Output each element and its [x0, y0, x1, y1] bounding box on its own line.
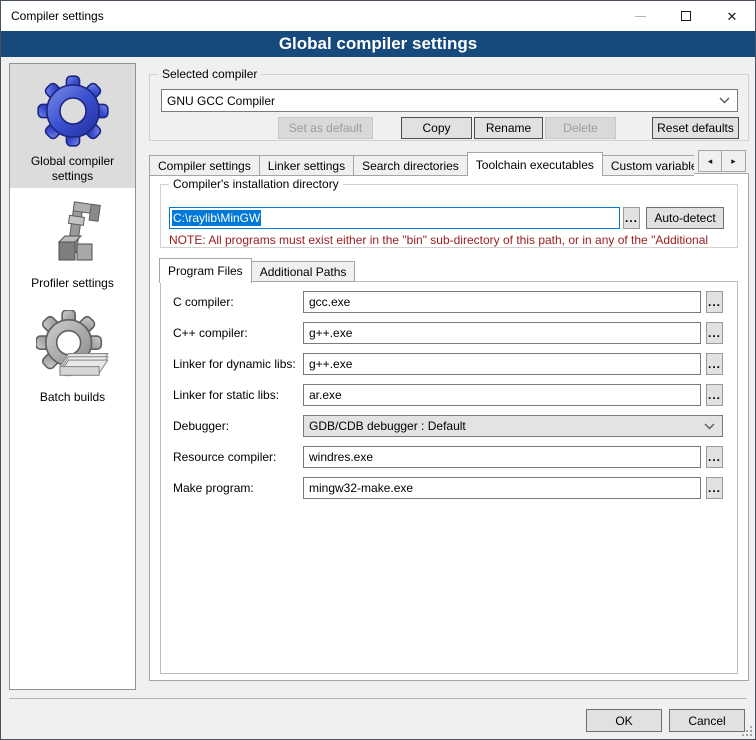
make-program-label: Make program:	[173, 481, 254, 495]
tab-scrollers: ◂ ▸	[698, 150, 746, 172]
gear-icon	[14, 70, 131, 154]
window-title: Compiler settings	[1, 9, 104, 23]
reset-defaults-button[interactable]: Reset defaults	[652, 117, 739, 139]
dynamic-linker-browse-button[interactable]: ...	[706, 353, 723, 375]
tab-program-files[interactable]: Program Files	[159, 258, 252, 283]
sidebar-item-label: Global compiler settings	[14, 154, 131, 184]
tab-search-directories[interactable]: Search directories	[354, 155, 468, 176]
installation-directory-value: C:\raylib\MinGW	[172, 210, 261, 226]
compiler-settings-dialog: Compiler settings ✕ Global compiler sett…	[0, 0, 756, 740]
tab-scroll-right-icon: ▸	[731, 156, 736, 167]
selected-compiler-group: Selected compiler GNU GCC Compiler Set a…	[149, 74, 749, 141]
static-linker-input[interactable]	[303, 384, 701, 406]
minimize-button[interactable]	[617, 1, 663, 31]
browse-directory-button[interactable]: ...	[623, 207, 640, 229]
debugger-label: Debugger:	[173, 419, 229, 433]
sidebar-item-label: Profiler settings	[14, 276, 131, 291]
cpp-compiler-browse-button[interactable]: ...	[706, 322, 723, 344]
tab-scroll-left-icon: ◂	[708, 156, 713, 167]
tab-scroll-right-button[interactable]: ▸	[722, 150, 746, 172]
field-row-debugger: Debugger: GDB/CDB debugger : Default	[161, 415, 737, 437]
debugger-select[interactable]: GDB/CDB debugger : Default	[303, 415, 723, 437]
tab-additional-paths[interactable]: Additional Paths	[252, 261, 356, 282]
dynamic-linker-label: Linker for dynamic libs:	[173, 357, 296, 371]
make-program-input[interactable]	[303, 477, 701, 499]
field-row-dynamic-linker: Linker for dynamic libs: ...	[161, 353, 737, 375]
maximize-icon	[681, 11, 691, 21]
set-as-default-button: Set as default	[278, 117, 373, 139]
auto-detect-button[interactable]: Auto-detect	[646, 207, 724, 229]
rename-button[interactable]: Rename	[474, 117, 543, 139]
c-compiler-label: C compiler:	[173, 295, 234, 309]
debugger-select-value: GDB/CDB debugger : Default	[309, 419, 466, 433]
field-row-static-linker: Linker for static libs: ...	[161, 384, 737, 406]
close-icon: ✕	[727, 10, 738, 23]
sidebar-item-global-compiler-settings[interactable]: Global compiler settings	[10, 64, 135, 188]
field-row-make-program: Make program: ...	[161, 477, 737, 499]
tab-scroll-left-button[interactable]: ◂	[698, 150, 722, 172]
c-compiler-input[interactable]	[303, 291, 701, 313]
resource-compiler-label: Resource compiler:	[173, 450, 276, 464]
static-linker-label: Linker for static libs:	[173, 388, 279, 402]
maximize-button[interactable]	[663, 1, 709, 31]
sidebar-item-batch-builds[interactable]: Batch builds	[10, 300, 135, 424]
installation-directory-group: Compiler's installation directory C:\ray…	[160, 184, 738, 248]
compiler-select-value: GNU GCC Compiler	[167, 94, 275, 108]
chevron-down-icon	[704, 423, 715, 430]
field-row-cpp-compiler: C++ compiler: ...	[161, 322, 737, 344]
tab-custom-variables[interactable]: Custom variables	[603, 155, 694, 176]
settings-category-list: Global compiler settings Profiler settin…	[9, 63, 136, 690]
page-title: Global compiler settings	[1, 31, 755, 57]
note-text: NOTE: All programs must exist either in …	[169, 233, 735, 247]
minimize-icon	[635, 16, 646, 17]
copy-button[interactable]: Copy	[401, 117, 472, 139]
field-row-resource-compiler: Resource compiler: ...	[161, 446, 737, 468]
selected-compiler-group-label: Selected compiler	[158, 67, 261, 81]
delete-button: Delete	[545, 117, 616, 139]
sidebar-item-label: Batch builds	[14, 390, 131, 405]
make-program-browse-button[interactable]: ...	[706, 477, 723, 499]
window-controls: ✕	[617, 1, 755, 31]
main-tabstrip: Compiler settings Linker settings Search…	[149, 150, 694, 176]
field-row-c-compiler: C compiler: ...	[161, 291, 737, 313]
gear-stack-icon	[14, 306, 131, 390]
program-tabstrip: Program Files Additional Paths	[160, 257, 355, 282]
installation-directory-input[interactable]: C:\raylib\MinGW	[169, 207, 620, 229]
program-files-panel: C compiler: ... C++ compiler: ... Linker…	[160, 281, 738, 674]
resource-compiler-browse-button[interactable]: ...	[706, 446, 723, 468]
c-compiler-browse-button[interactable]: ...	[706, 291, 723, 313]
tab-toolchain-executables[interactable]: Toolchain executables	[467, 152, 603, 176]
sidebar-item-profiler-settings[interactable]: Profiler settings	[10, 188, 135, 300]
static-linker-browse-button[interactable]: ...	[706, 384, 723, 406]
cpp-compiler-label: C++ compiler:	[173, 326, 248, 340]
compiler-select[interactable]: GNU GCC Compiler	[161, 89, 738, 112]
toolchain-executables-panel: Compiler's installation directory C:\ray…	[149, 173, 749, 681]
footer-separator	[9, 698, 747, 699]
close-button[interactable]: ✕	[709, 1, 755, 31]
cancel-button[interactable]: Cancel	[669, 709, 745, 732]
resource-compiler-input[interactable]	[303, 446, 701, 468]
chevron-down-icon	[719, 97, 730, 104]
dynamic-linker-input[interactable]	[303, 353, 701, 375]
tab-compiler-settings[interactable]: Compiler settings	[149, 155, 260, 176]
titlebar: Compiler settings ✕	[1, 1, 755, 31]
installation-directory-group-label: Compiler's installation directory	[169, 177, 343, 191]
tab-linker-settings[interactable]: Linker settings	[260, 155, 354, 176]
cpp-compiler-input[interactable]	[303, 322, 701, 344]
caliper-icon	[14, 194, 131, 276]
ok-button[interactable]: OK	[586, 709, 662, 732]
